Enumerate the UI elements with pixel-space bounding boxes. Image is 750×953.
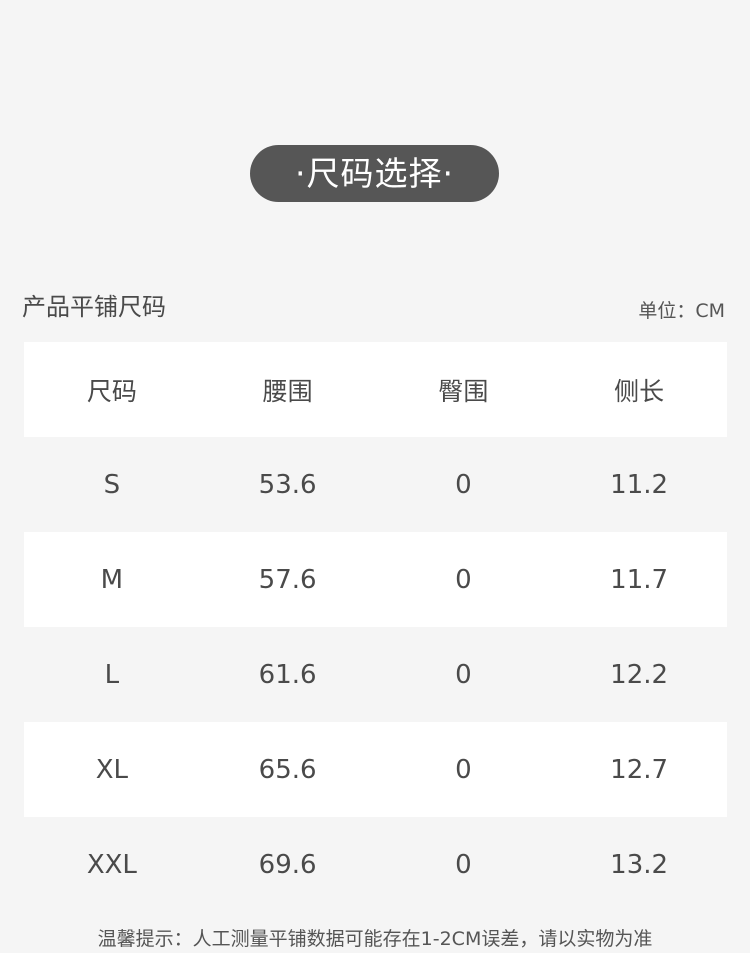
header-size: 尺码 <box>86 376 137 406</box>
cell-size: S <box>103 469 121 500</box>
size-selection-title: ·尺码选择· <box>250 145 499 202</box>
table-title: 产品平铺尺码 <box>22 293 166 321</box>
cell-side-length: 12.7 <box>610 754 669 785</box>
cell-size: M <box>100 564 124 595</box>
cell-side-length: 12.2 <box>610 659 669 690</box>
cell-hip: 0 <box>455 849 472 880</box>
cell-waist: 69.6 <box>258 849 317 880</box>
table-row: M 57.6 0 11.7 <box>24 532 727 627</box>
unit-label: 单位：CM <box>638 300 725 322</box>
cell-size: XL <box>95 754 129 785</box>
cell-size: L <box>104 659 120 690</box>
table-row: L 61.6 0 12.2 <box>24 627 727 722</box>
header-hip: 臀围 <box>438 376 489 406</box>
cell-waist: 61.6 <box>258 659 317 690</box>
cell-side-length: 11.2 <box>610 469 669 500</box>
table-row: XL 65.6 0 12.7 <box>24 722 727 817</box>
cell-side-length: 11.7 <box>610 564 669 595</box>
cell-waist: 65.6 <box>258 754 317 785</box>
table-header-row: 尺码 腰围 臀围 侧长 <box>24 342 727 437</box>
cell-hip: 0 <box>455 469 472 500</box>
cell-size: XXL <box>86 849 137 880</box>
table-row: XXL 69.6 0 13.2 <box>24 817 727 912</box>
table-row: S 53.6 0 11.2 <box>24 437 727 532</box>
cell-hip: 0 <box>455 564 472 595</box>
cell-waist: 53.6 <box>258 469 317 500</box>
cell-hip: 0 <box>455 659 472 690</box>
cell-side-length: 13.2 <box>610 849 669 880</box>
measurement-notice: 温馨提示：人工测量平铺数据可能存在1-2CM误差，请以实物为准 <box>97 928 653 950</box>
header-side-length: 侧长 <box>614 376 665 406</box>
cell-hip: 0 <box>455 754 472 785</box>
size-table: 尺码 腰围 臀围 侧长 S 53.6 0 11.2 M 57.6 0 11.7 … <box>24 342 727 912</box>
header-waist: 腰围 <box>262 376 313 406</box>
cell-waist: 57.6 <box>258 564 317 595</box>
